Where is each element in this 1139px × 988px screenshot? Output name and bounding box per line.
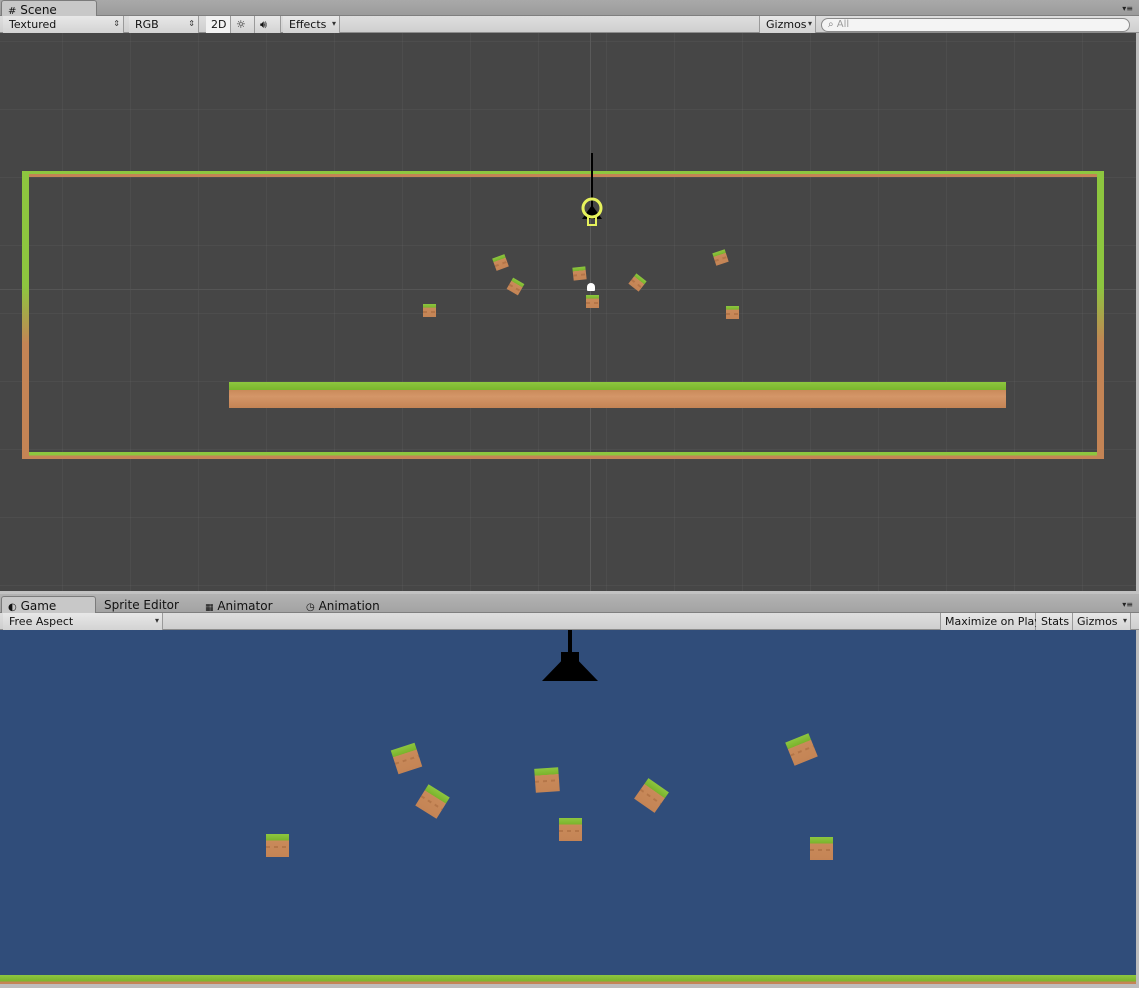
panel-menu-icon[interactable]: ▾≡ (1122, 4, 1133, 13)
game-block (785, 733, 818, 766)
stats-label: Stats (1041, 615, 1070, 628)
tab-sprite-editor-label: Sprite Editor (104, 598, 179, 612)
gizmos-label: Gizmos (766, 18, 807, 31)
updown-arrow-icon: ⇕ (113, 19, 120, 28)
scene-axis-horizontal (0, 289, 1136, 290)
level-frame-top (22, 171, 1104, 177)
level-frame-right (1097, 171, 1104, 459)
scene-block[interactable] (506, 277, 525, 296)
game-toolbar: Free Aspect ▾ Maximize on Play Stats Giz… (0, 613, 1139, 630)
tab-animator[interactable]: ▦ Animator (199, 597, 279, 614)
scene-tab-bar: # Scene ▾≡ (0, 0, 1139, 17)
level-frame-bottom (22, 452, 1104, 459)
game-viewport[interactable] (0, 630, 1136, 984)
scene-block[interactable] (423, 304, 436, 317)
game-ground-strip (0, 975, 1136, 984)
scene-block[interactable] (726, 306, 739, 319)
game-block (266, 834, 289, 857)
audio-toggle[interactable]: 🔊︎ (255, 16, 281, 33)
level-frame-left (22, 171, 29, 459)
game-block (534, 767, 560, 793)
game-gizmos-dropdown[interactable]: Gizmos ▾ (1073, 613, 1131, 630)
light-gizmo[interactable] (576, 153, 608, 229)
game-icon: ◐ (8, 602, 17, 613)
gizmos-label: Gizmos (1077, 615, 1118, 628)
ground-platform (229, 382, 1006, 408)
chevron-down-icon: ▾ (154, 616, 159, 625)
2d-mode-toggle[interactable]: 2D (206, 16, 231, 33)
scene-block[interactable] (712, 249, 729, 266)
aspect-value: Free Aspect (9, 615, 74, 628)
chevron-down-icon: ▾ (1122, 616, 1127, 625)
lamp-sprite (540, 630, 600, 684)
game-block (390, 742, 423, 775)
tab-sprite-editor[interactable]: Sprite Editor (98, 596, 185, 613)
scene-block[interactable] (572, 266, 587, 281)
render-mode-value: RGB (135, 18, 159, 31)
game-block (634, 778, 669, 813)
search-icon: ⌕ (828, 19, 834, 30)
chevron-down-icon: ▾ (807, 19, 812, 28)
updown-arrow-icon: ⇕ (188, 19, 195, 28)
tab-game-label: Game (20, 599, 57, 613)
game-block (415, 784, 450, 819)
tab-animation-label: Animation (318, 599, 380, 613)
scene-viewport[interactable] (0, 33, 1136, 591)
scene-block[interactable] (492, 254, 509, 271)
render-mode-dropdown[interactable]: RGB ⇕ (129, 16, 199, 33)
tab-animator-label: Animator (217, 599, 273, 613)
scene-block[interactable] (586, 295, 599, 308)
scene-search-input[interactable]: ⌕ All (821, 18, 1130, 32)
speaker-icon: 🔊︎ (260, 18, 267, 31)
tab-scene[interactable]: # Scene (1, 0, 97, 17)
tab-scene-label: Scene (20, 3, 57, 17)
clock-icon: ◷ (306, 602, 315, 613)
maximize-on-play-label: Maximize on Play (945, 615, 1041, 628)
effects-label: Effects (289, 18, 327, 31)
search-placeholder: All (836, 19, 850, 30)
stats-toggle[interactable]: Stats (1036, 613, 1073, 630)
animator-icon: ▦ (205, 603, 214, 613)
game-block (559, 818, 582, 841)
scene-gizmos-dropdown[interactable]: Gizmos ▾ (759, 16, 816, 33)
aspect-dropdown[interactable]: Free Aspect ▾ (3, 613, 163, 630)
maximize-on-play-toggle[interactable]: Maximize on Play (940, 613, 1041, 630)
panel-menu-icon[interactable]: ▾≡ (1122, 600, 1133, 609)
draw-mode-dropdown[interactable]: Textured ⇕ (3, 16, 124, 33)
lighting-toggle[interactable]: ☼ (231, 16, 255, 33)
bottom-tab-bar: ◐ Game Sprite Editor ▦ Animator ◷ Animat… (0, 594, 1139, 614)
draw-mode-value: Textured (9, 18, 57, 31)
scene-toolbar: Textured ⇕ RGB ⇕ 2D ☼ 🔊︎ Effects ▾ Gizmo… (0, 16, 1139, 33)
scene-axis-vertical (590, 33, 591, 591)
tab-animation[interactable]: ◷ Animation (300, 597, 386, 614)
chevron-down-icon: ▾ (331, 19, 336, 28)
window-bottom-border (0, 984, 1139, 988)
sun-icon: ☼ (236, 18, 246, 31)
tab-game[interactable]: ◐ Game (1, 596, 96, 614)
2d-mode-label: 2D (211, 18, 227, 31)
effects-dropdown[interactable]: Effects ▾ (283, 16, 340, 33)
pivot-handle-icon[interactable] (587, 283, 595, 291)
game-block (810, 837, 833, 860)
